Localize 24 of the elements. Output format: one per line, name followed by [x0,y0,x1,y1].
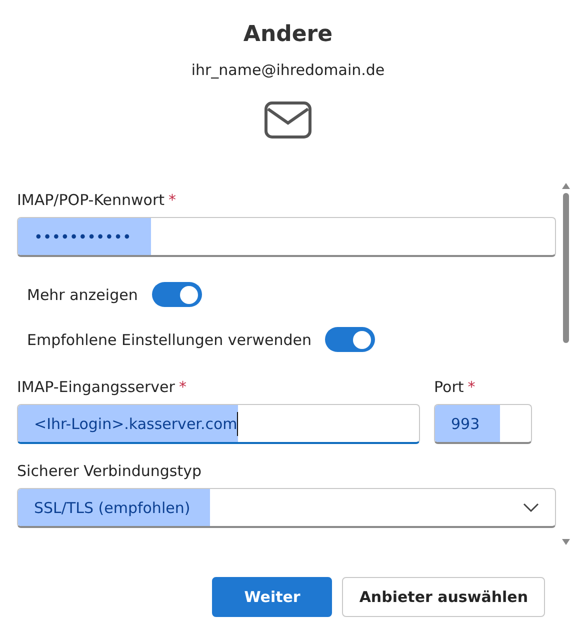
toggle-label: Empfohlene Einstellungen verwenden [27,330,312,348]
toggle-switch[interactable] [152,282,202,307]
field-label: Port [434,378,464,396]
field-label: IMAP/POP-Kennwort [17,191,165,209]
toggle-label: Mehr anzeigen [27,286,138,304]
server-field[interactable]: <Ihr-Login>.kasserver.com [17,404,420,444]
scrollbar-thumb[interactable] [563,193,569,343]
required-mark: * [468,378,476,396]
next-button[interactable]: Weiter [212,577,332,617]
connection-type-dropdown[interactable]: SSL/TLS (empfohlen) [17,488,556,528]
password-field[interactable]: ••••••••••• [17,217,556,257]
envelope-icon [264,101,312,139]
email-address: ihr_name@ihredomain.de [190,61,386,79]
scroll-up-arrow-icon[interactable] [562,183,570,189]
field-label: IMAP-Eingangsserver [17,378,175,396]
toggle-switch[interactable] [325,327,376,352]
field-label: Sicherer Verbindungstyp [17,462,202,480]
choose-provider-button[interactable]: Anbieter auswählen [342,577,545,617]
port-field[interactable]: 993 [434,404,532,444]
scroll-down-arrow-icon[interactable] [562,539,570,545]
dialog-title: Andere [242,22,334,47]
chevron-down-icon [523,502,539,512]
required-mark: * [168,191,176,209]
required-mark: * [178,378,186,396]
